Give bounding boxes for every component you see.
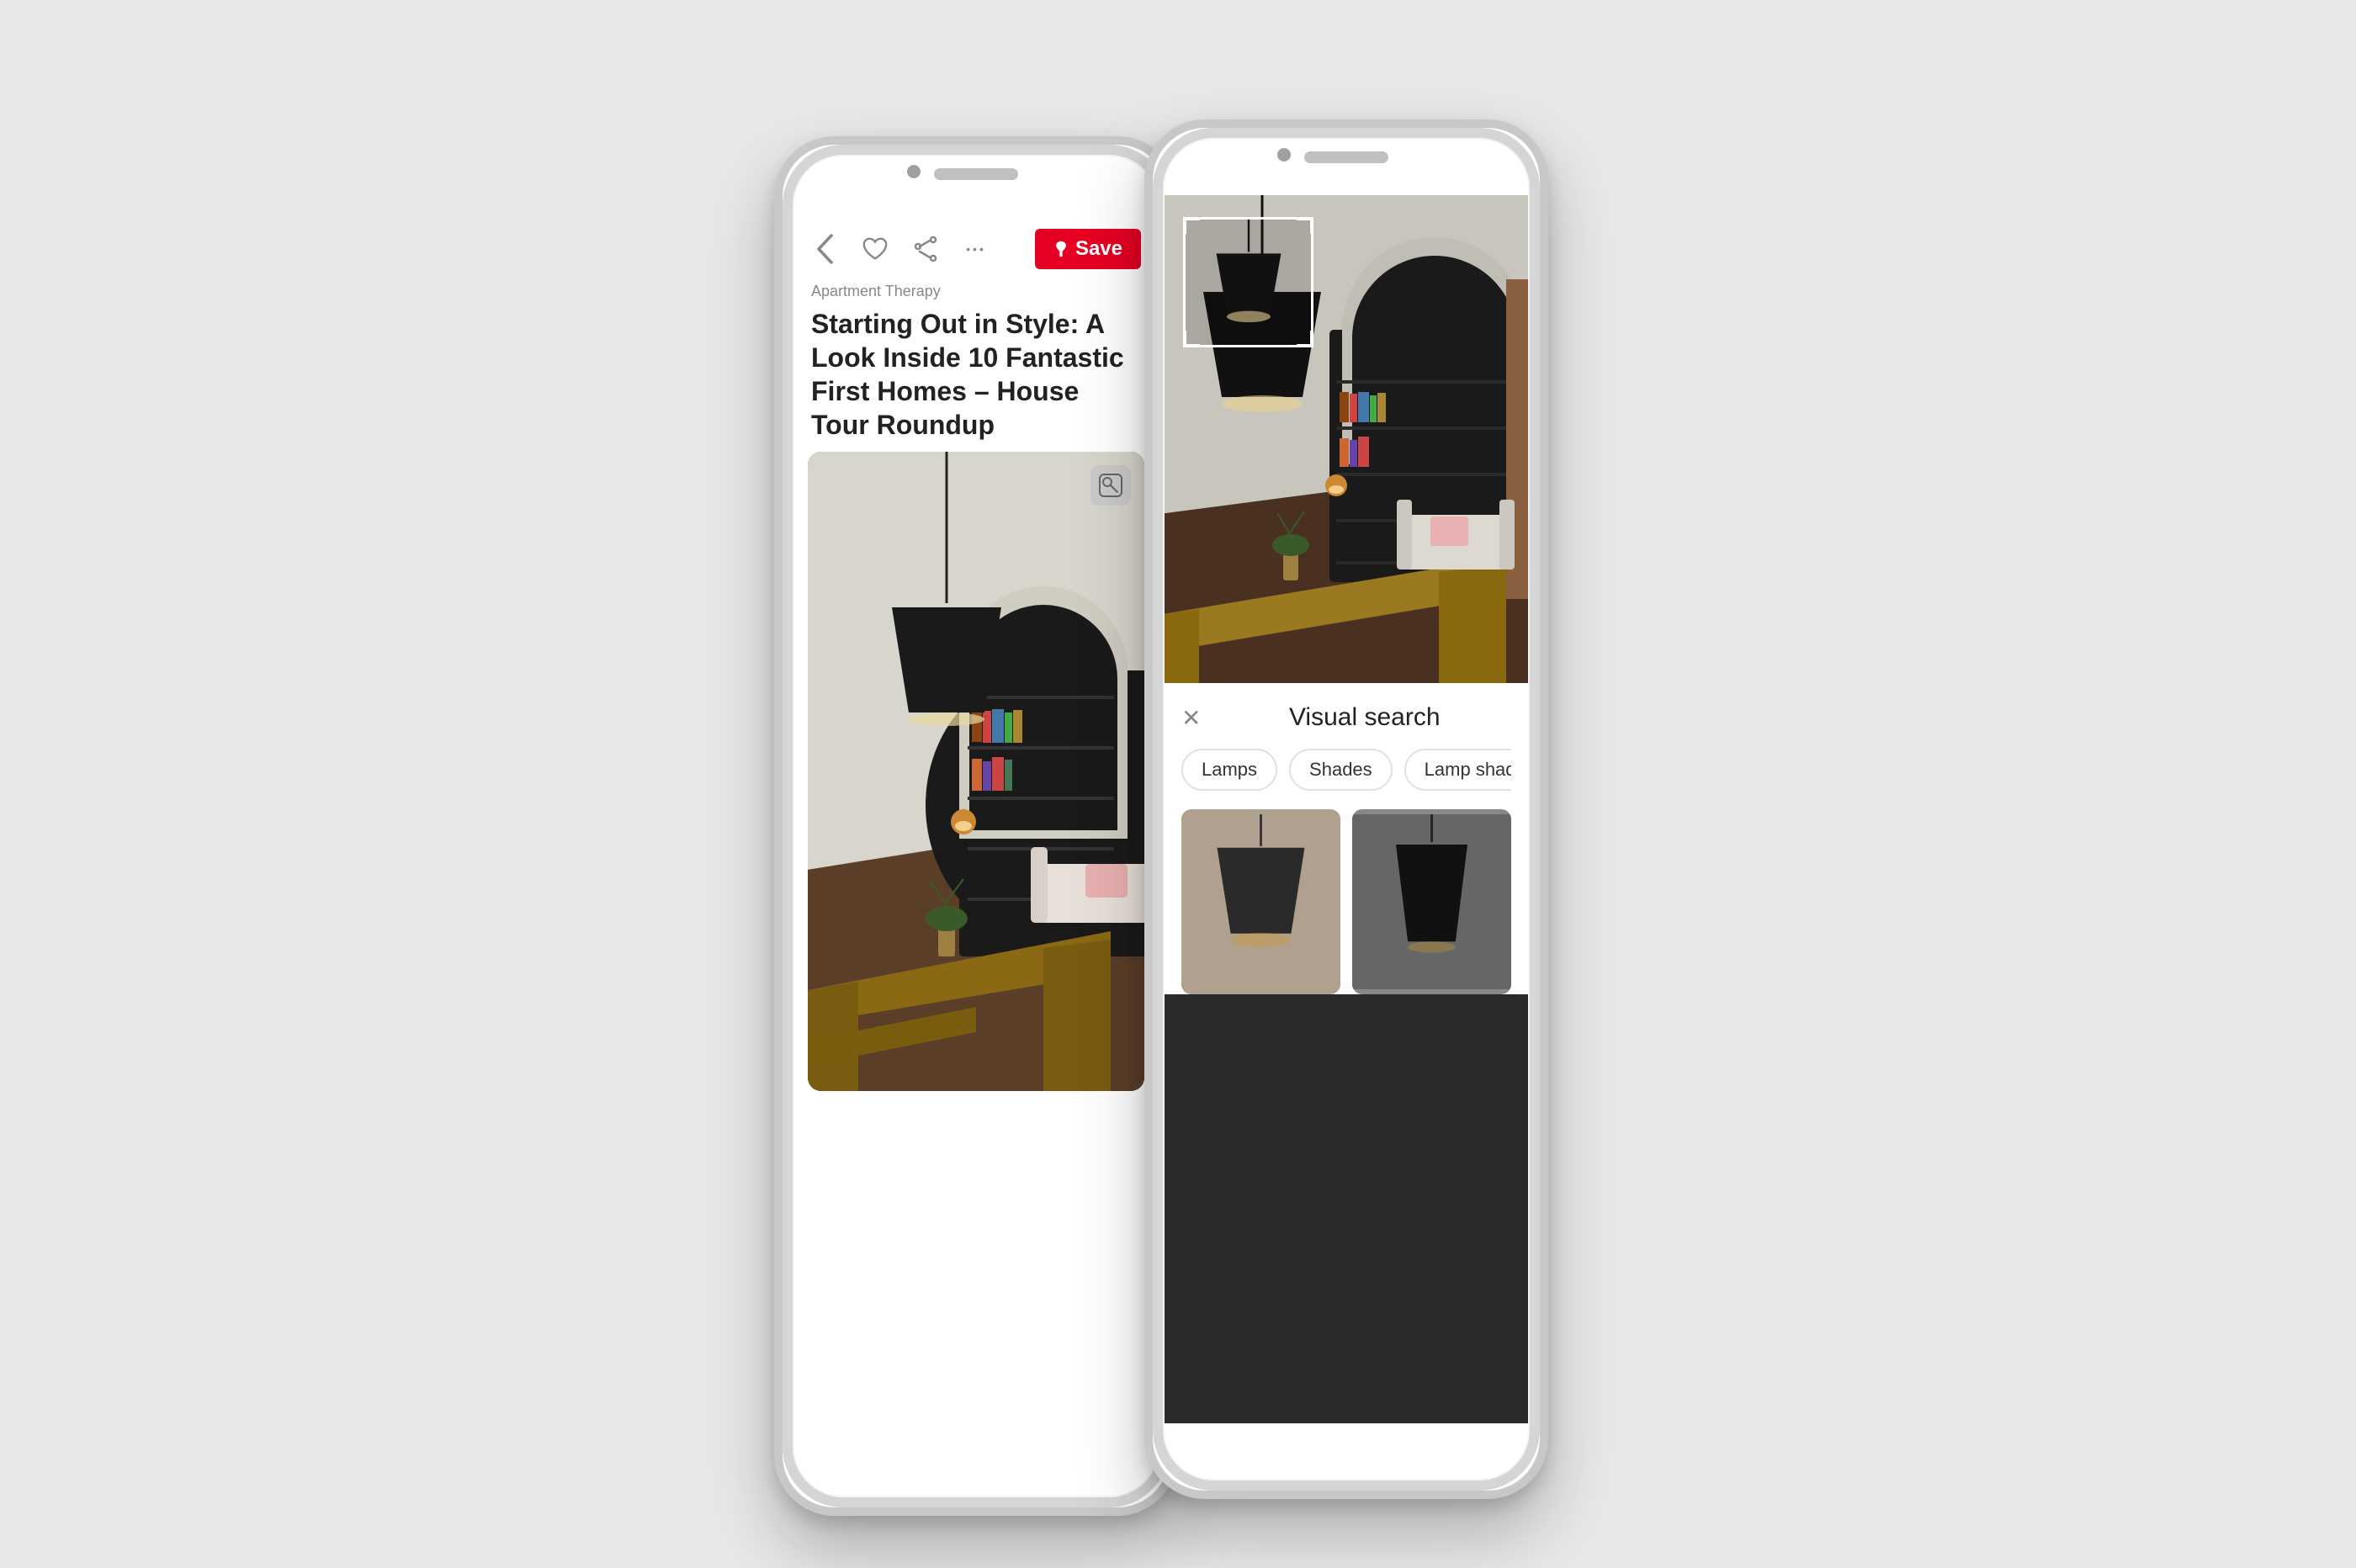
phone-left-inner: ••• Save Apartment Therapy Starting Out …	[783, 145, 1170, 1507]
visual-search-title: Visual search	[1218, 703, 1511, 732]
tag-shades[interactable]: Shades	[1289, 749, 1393, 791]
heart-button[interactable]	[862, 236, 889, 262]
top-bar: ••• Save	[791, 212, 1161, 283]
article-image	[808, 452, 1144, 1091]
corner-tl	[1183, 217, 1200, 234]
close-button[interactable]: ✕	[1181, 704, 1201, 732]
volume-btn-r	[1144, 363, 1148, 414]
corner-tr	[1297, 217, 1313, 234]
speaker-left	[934, 168, 1018, 180]
article-meta: Apartment Therapy Starting Out in Style:…	[791, 283, 1161, 452]
article-title: Starting Out in Style: A Look Inside 10 …	[811, 307, 1141, 442]
screen-right: ✕ Visual search Lamps Shades Lamp shade …	[1161, 195, 1531, 1423]
save-label: Save	[1075, 237, 1122, 261]
screen-left: ••• Save Apartment Therapy Starting Out …	[791, 212, 1161, 1440]
power-btn-r	[1545, 380, 1548, 448]
tag-lamps[interactable]: Lamps	[1181, 749, 1277, 791]
thumb-lamp-2	[1352, 809, 1511, 994]
visual-search-panel: ✕ Visual search Lamps Shades Lamp shade …	[1161, 683, 1531, 994]
thumb-lamp-1	[1181, 809, 1340, 994]
phones-wrapper: ••• Save Apartment Therapy Starting Out …	[732, 69, 1624, 1499]
nav-icons: •••	[811, 236, 990, 262]
phone-right-inner: ✕ Visual search Lamps Shades Lamp shade …	[1153, 128, 1540, 1491]
camera-left	[907, 165, 921, 178]
visual-search-trigger[interactable]	[1090, 465, 1131, 506]
room-image-full	[1161, 195, 1531, 683]
speaker-right	[1304, 151, 1388, 163]
visual-search-header: ✕ Visual search	[1181, 703, 1511, 732]
article-source: Apartment Therapy	[811, 283, 1141, 300]
result-thumb-1[interactable]	[1181, 809, 1340, 994]
result-thumbnails	[1181, 809, 1511, 994]
selection-box	[1183, 217, 1313, 347]
selected-lamp	[1186, 220, 1311, 345]
tag-chips-row: Lamps Shades Lamp shade Lights Tab	[1181, 749, 1511, 791]
more-button[interactable]: •••	[963, 236, 990, 262]
back-button[interactable]	[811, 236, 838, 262]
save-button[interactable]: Save	[1035, 229, 1141, 269]
phone-left: ••• Save Apartment Therapy Starting Out …	[774, 136, 1178, 1516]
tag-lamp-shade[interactable]: Lamp shade	[1404, 749, 1511, 791]
result-thumb-2[interactable]	[1352, 809, 1511, 994]
camera-right	[1277, 148, 1291, 162]
phone-right: ✕ Visual search Lamps Shades Lamp shade …	[1144, 119, 1548, 1499]
volume-btn	[774, 380, 777, 431]
volume-btn-2	[774, 448, 777, 498]
corner-br	[1297, 331, 1313, 347]
volume-btn-r2	[1144, 431, 1148, 481]
room-illustration	[808, 452, 1144, 1091]
share-button[interactable]	[912, 236, 939, 262]
corner-bl	[1183, 331, 1200, 347]
